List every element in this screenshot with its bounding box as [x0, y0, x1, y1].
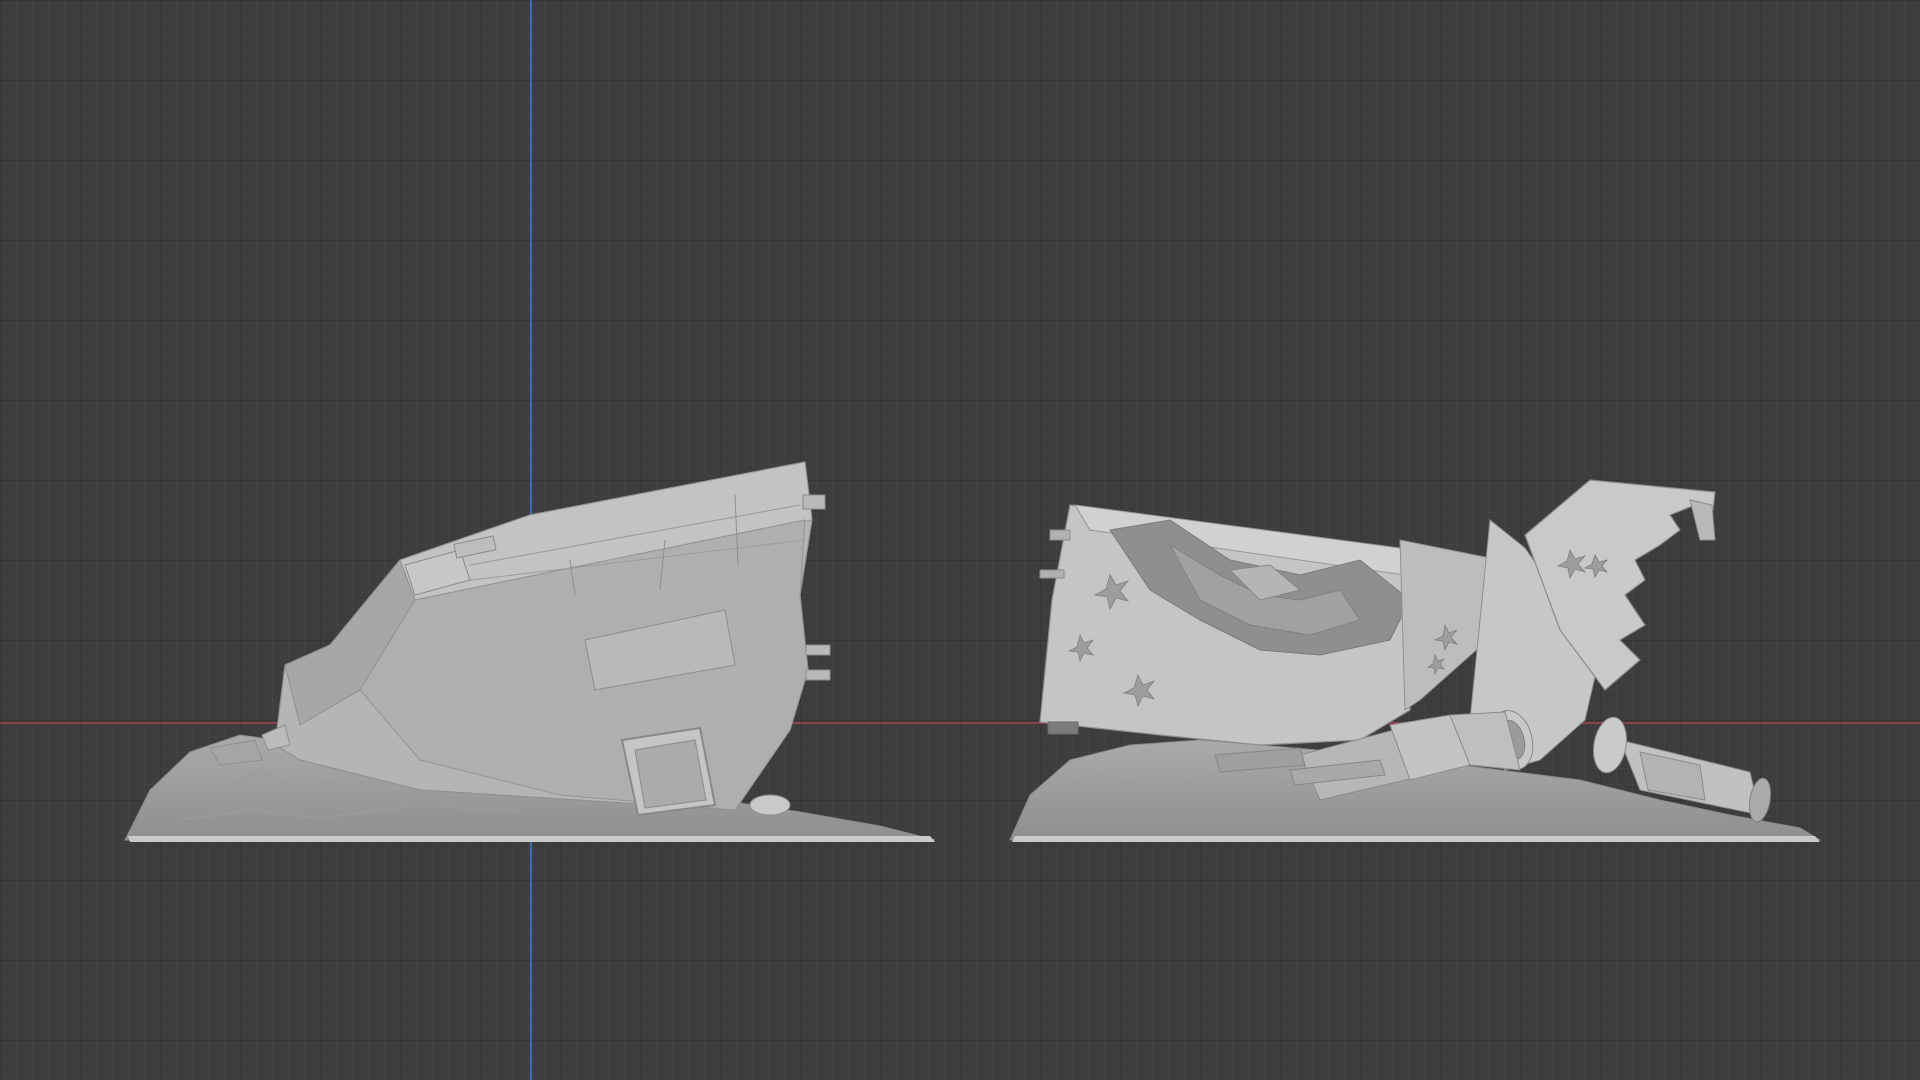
- 3d-viewport[interactable]: [0, 0, 1920, 1080]
- viewport-canvas[interactable]: [0, 0, 1920, 1080]
